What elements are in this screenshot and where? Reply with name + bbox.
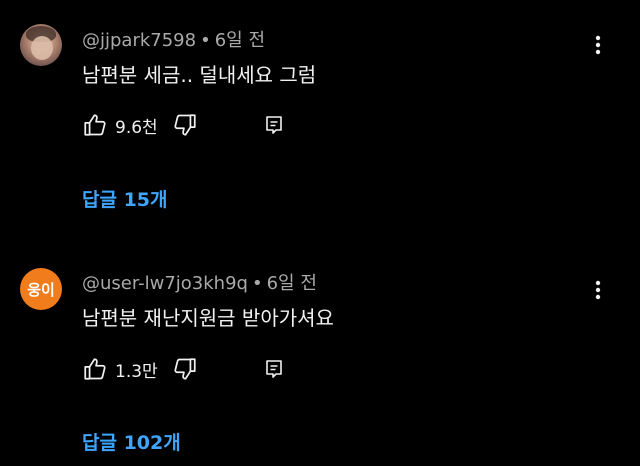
like-count: 1.3만: [115, 361, 158, 382]
more-vert-icon[interactable]: [586, 278, 610, 302]
separator-dot: •: [251, 273, 263, 294]
avatar[interactable]: 웅이: [20, 268, 62, 310]
avatar-initials: 웅이: [27, 280, 55, 299]
comment-header: @user-lw7jo3kh9q • 6일 전: [82, 269, 317, 295]
comment-2: 웅이 @user-lw7jo3kh9q • 6일 전 남편분 재난지원금 받아가셔요…: [0, 0, 640, 466]
comment-actions: 1.3만: [82, 356, 286, 382]
reply-icon[interactable]: [262, 357, 286, 381]
thumbs-down-icon[interactable]: [172, 356, 198, 382]
comment-author[interactable]: @user-lw7jo3kh9q: [82, 273, 248, 294]
thumbs-up-icon[interactable]: [82, 356, 108, 382]
comment-time[interactable]: 6일 전: [267, 273, 317, 294]
comment-text: 남편분 재난지원금 받아가셔요: [82, 306, 334, 330]
view-replies-link[interactable]: 답글 102개: [82, 428, 181, 455]
